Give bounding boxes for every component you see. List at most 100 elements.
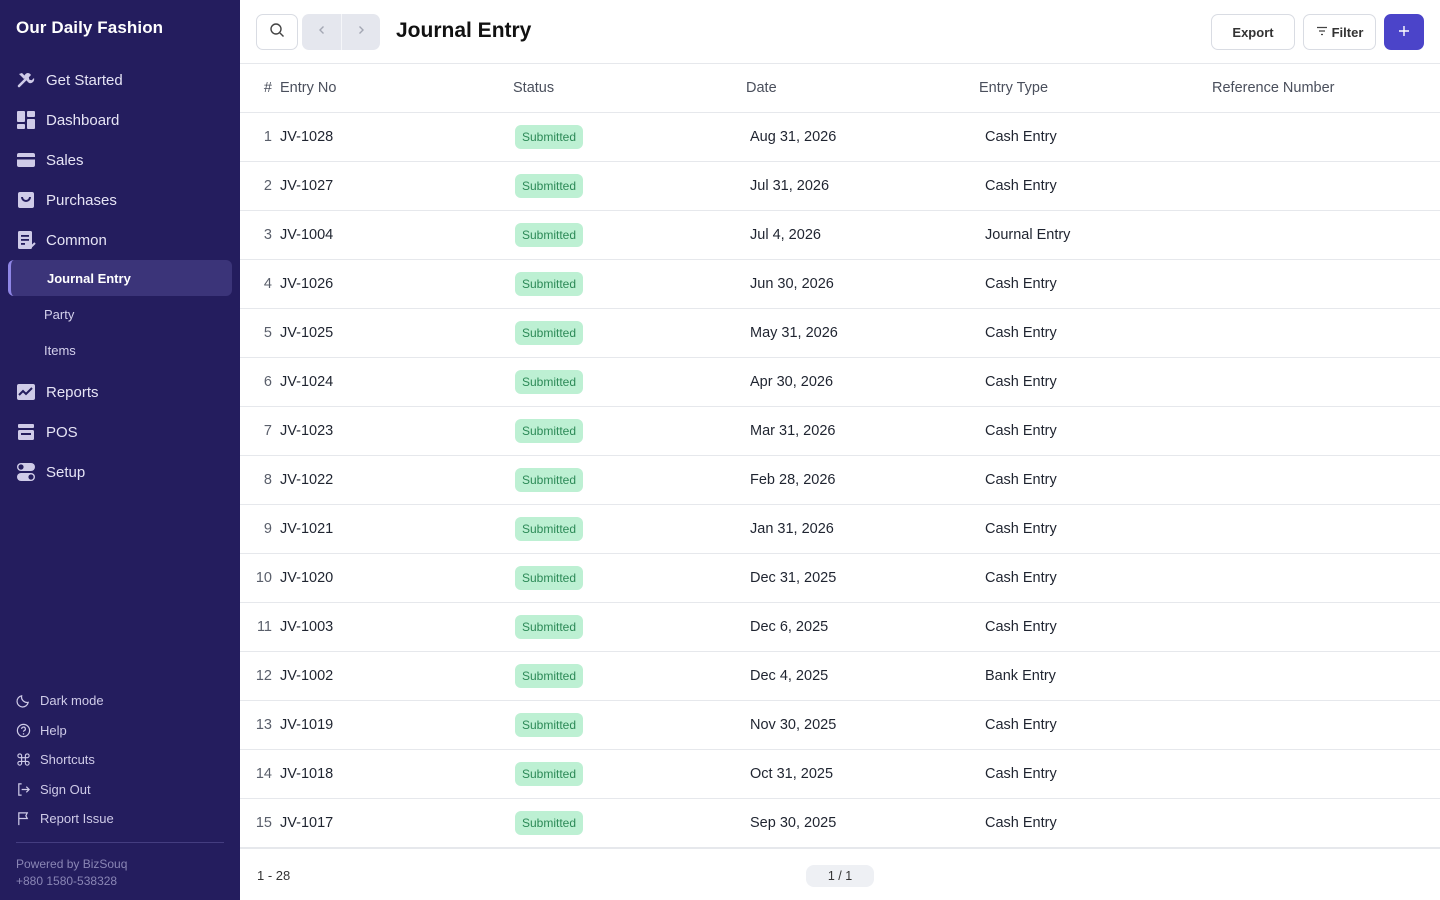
status-badge: Submitted: [515, 664, 584, 688]
status-badge: Submitted: [515, 615, 584, 639]
column-header-status[interactable]: Status: [513, 80, 746, 96]
setup-toggle-icon: [16, 462, 36, 482]
row-number: 5: [263, 325, 272, 341]
sidebar-item-get-started[interactable]: Get Started: [0, 60, 240, 100]
table-row[interactable]: 10 JV-1020 Submitted Dec 31, 2025 Cash Entry: [240, 554, 1440, 603]
dark-mode-toggle[interactable]: Dark mode: [0, 686, 240, 716]
table-body: 1 JV-1028 Submitted Aug 31, 2026 Cash Entry 2…: [240, 113, 1440, 848]
row-number: 10: [255, 570, 272, 586]
table-header: # Entry No Status Date Entry Type Refere…: [240, 64, 1440, 113]
entry-date: Aug 31, 2026: [750, 129, 837, 145]
flag-icon: [16, 811, 32, 827]
sidebar-nav: Get Started Dashboard Sales Purchases Co…: [0, 60, 240, 492]
column-header-reference-number[interactable]: Reference Number: [1212, 80, 1440, 96]
bottom-item-label: Help: [40, 722, 67, 738]
row-number: 1: [263, 129, 272, 145]
table-row[interactable]: 9 JV-1021 Submitted Jan 31, 2026 Cash Entry: [240, 505, 1440, 554]
brand-name: Our Daily Fashion: [16, 18, 164, 37]
record-range: 1 - 28: [257, 868, 291, 883]
entry-type: Cash Entry: [985, 766, 1057, 782]
row-number: 15: [255, 815, 272, 831]
sidebar-subitem-journal-entry[interactable]: Journal Entry: [8, 260, 232, 296]
sign-out-link[interactable]: Sign Out: [0, 775, 240, 805]
sidebar-item-label: Dashboard: [46, 111, 120, 129]
entry-no: JV-1020: [280, 570, 334, 586]
sidebar-subitem-label: Items: [44, 342, 76, 358]
table-row[interactable]: 4 JV-1026 Submitted Jun 30, 2026 Cash Entry: [240, 260, 1440, 309]
status-cell: Submitted: [513, 517, 746, 541]
column-header-date[interactable]: Date: [746, 80, 979, 96]
status-badge: Submitted: [515, 223, 584, 247]
status-cell: Submitted: [513, 713, 746, 737]
journal-entry-table: # Entry No Status Date Entry Type Refere…: [240, 64, 1440, 848]
chevron-right-icon: [355, 23, 367, 41]
table-row[interactable]: 2 JV-1027 Submitted Jul 31, 2026 Cash Entry: [240, 162, 1440, 211]
export-button-label: Export: [1232, 24, 1274, 40]
sidebar-item-sales[interactable]: Sales: [0, 140, 240, 180]
table-row[interactable]: 15 JV-1017 Submitted Sep 30, 2025 Cash Entry: [240, 799, 1440, 848]
status-badge: Submitted: [515, 566, 584, 590]
filter-button[interactable]: Filter: [1303, 14, 1376, 50]
sidebar-item-reports[interactable]: Reports: [0, 372, 240, 412]
plus-icon: [1398, 25, 1410, 40]
sidebar-item-common[interactable]: Common: [0, 220, 240, 260]
column-header-number: #: [263, 80, 272, 96]
filter-icon: [1316, 25, 1332, 40]
export-button[interactable]: Export: [1211, 14, 1295, 50]
table-row[interactable]: 8 JV-1022 Submitted Feb 28, 2026 Cash Entry: [240, 456, 1440, 505]
filter-button-label: Filter: [1331, 24, 1364, 40]
search-button[interactable]: [256, 14, 298, 50]
table-row[interactable]: 1 JV-1028 Submitted Aug 31, 2026 Cash Entry: [240, 113, 1440, 162]
table-row[interactable]: 3 JV-1004 Submitted Jul 4, 2026 Journal Entr…: [240, 211, 1440, 260]
shortcuts-link[interactable]: Shortcuts: [0, 745, 240, 775]
status-cell: Submitted: [513, 664, 746, 688]
table-row[interactable]: 14 JV-1018 Submitted Oct 31, 2025 Cash Entry: [240, 750, 1440, 799]
sidebar-subitem-items[interactable]: Items: [0, 332, 240, 368]
page-title: Journal Entry: [396, 19, 532, 42]
dashboard-icon: [16, 110, 36, 130]
entry-no: JV-1021: [280, 521, 334, 537]
common-doc-icon: [16, 230, 36, 250]
table-row[interactable]: 12 JV-1002 Submitted Dec 4, 2025 Bank Entry: [240, 652, 1440, 701]
table-row[interactable]: 11 JV-1003 Submitted Dec 6, 2025 Cash Entry: [240, 603, 1440, 652]
powered-by-text: Powered by BizSouq: [16, 857, 128, 871]
entry-type: Cash Entry: [985, 178, 1057, 194]
report-issue-link[interactable]: Report Issue: [0, 804, 240, 834]
forward-button[interactable]: [341, 14, 380, 50]
page-indicator[interactable]: 1 / 1: [806, 865, 874, 887]
sidebar-subitem-label: Journal Entry: [47, 270, 131, 286]
table-row[interactable]: 7 JV-1023 Submitted Mar 31, 2026 Cash Entry: [240, 407, 1440, 456]
status-badge: Submitted: [515, 811, 584, 835]
sidebar-item-pos[interactable]: POS: [0, 412, 240, 452]
pos-register-icon: [16, 422, 36, 442]
sidebar-item-label: Purchases: [46, 191, 117, 209]
table-row[interactable]: 5 JV-1025 Submitted May 31, 2026 Cash Entry: [240, 309, 1440, 358]
entry-no: JV-1018: [280, 766, 334, 782]
status-cell: Submitted: [513, 615, 746, 639]
sidebar-subitem-party[interactable]: Party: [0, 296, 240, 332]
bottom-item-label: Shortcuts: [40, 752, 95, 768]
add-entry-button[interactable]: [1384, 14, 1424, 50]
column-header-entry-type[interactable]: Entry Type: [979, 80, 1212, 96]
entry-no: JV-1025: [280, 325, 334, 341]
sidebar-item-setup[interactable]: Setup: [0, 452, 240, 492]
status-cell: Submitted: [513, 370, 746, 394]
back-button[interactable]: [302, 14, 341, 50]
sidebar-divider: [16, 842, 224, 843]
entry-type: Cash Entry: [985, 325, 1057, 341]
entry-type: Cash Entry: [985, 570, 1057, 586]
table-row[interactable]: 13 JV-1019 Submitted Nov 30, 2025 Cash Entry: [240, 701, 1440, 750]
sign-out-icon: [16, 781, 32, 797]
sidebar-item-dashboard[interactable]: Dashboard: [0, 100, 240, 140]
sidebar-item-label: Get Started: [46, 71, 123, 89]
entry-type: Cash Entry: [985, 472, 1057, 488]
table-row[interactable]: 6 JV-1024 Submitted Apr 30, 2026 Cash Entry: [240, 358, 1440, 407]
row-number: 6: [263, 374, 272, 390]
status-cell: Submitted: [513, 468, 746, 492]
row-number: 13: [255, 717, 272, 733]
tools-icon: [16, 70, 36, 90]
sidebar-item-purchases[interactable]: Purchases: [0, 180, 240, 220]
column-header-entry-no[interactable]: Entry No: [280, 80, 513, 96]
help-link[interactable]: Help: [0, 716, 240, 746]
entry-type: Cash Entry: [985, 276, 1057, 292]
